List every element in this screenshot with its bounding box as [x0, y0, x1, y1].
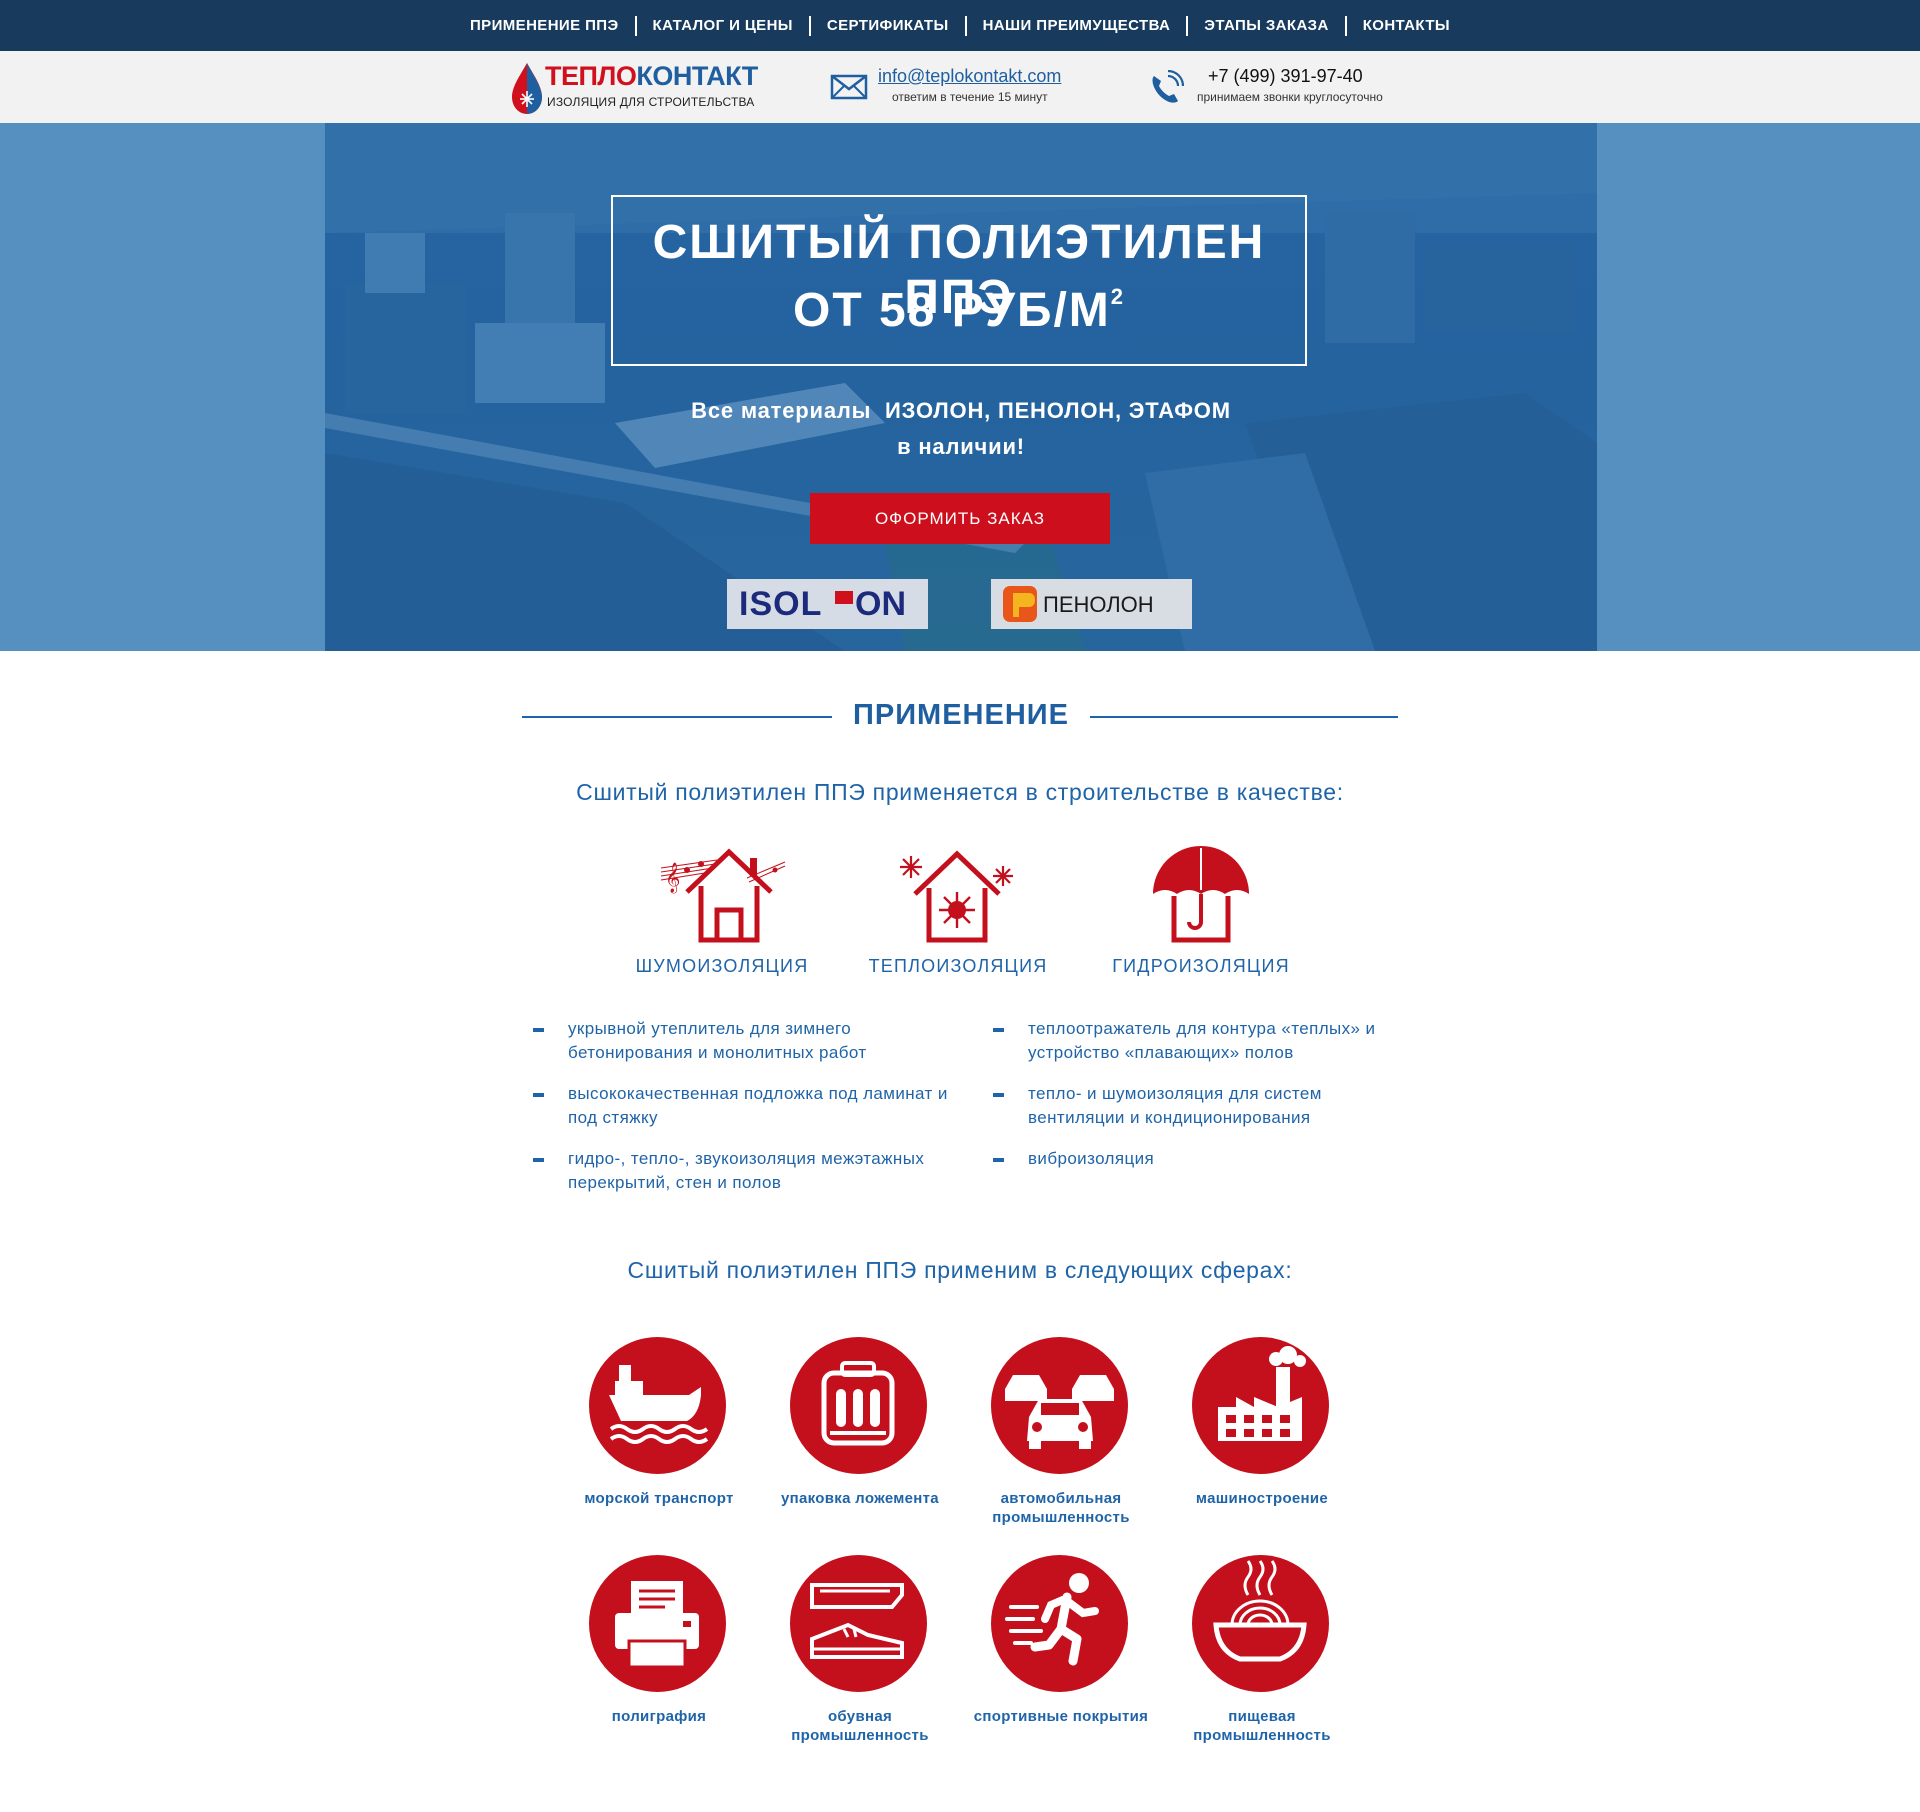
hero-title-frame: СШИТЫЙ ПОЛИЭТИЛЕН ППЭ ОТ 58 РУБ/М2 — [611, 195, 1307, 366]
drop-flame-icon — [512, 63, 542, 114]
factory-icon — [1218, 1346, 1306, 1441]
sphere-label: пищевая промышленность — [1193, 1708, 1331, 1744]
uses-list-left: укрывной утеплитель для зимнего бетониро… — [533, 1017, 963, 1212]
top-navigation: ПРИМЕНЕНИЕ ППЭ КАТАЛОГ И ЦЕНЫ СЕРТИФИКАТ… — [0, 0, 1920, 51]
type-waterproofing: ГИДРОИЗОЛЯЦИЯ — [1091, 840, 1311, 990]
use-item: укрывной утеплитель для зимнего бетониро… — [533, 1017, 963, 1065]
company-logo[interactable]: ТЕПЛОКОНТАКТ ИЗОЛЯЦИЯ ДЛЯ СТРОИТЕЛЬСТВА — [509, 59, 759, 119]
isolon-logo-graphic: ISOL ON — [739, 585, 906, 623]
site-header: ТЕПЛОКОНТАКТ ИЗОЛЯЦИЯ ДЛЯ СТРОИТЕЛЬСТВА … — [0, 51, 1920, 123]
penolon-text: ПЕНОЛОН — [1043, 592, 1154, 617]
nav-item-advantages[interactable]: НАШИ ПРЕИМУЩЕСТВА — [964, 15, 1187, 36]
sphere-footwear: обувная промышленность — [760, 1555, 960, 1745]
runner-icon — [1005, 1573, 1099, 1666]
application-heading: ПРИМЕНЕНИЕ — [522, 699, 1398, 735]
use-item: теплоотражатель для контура «теплых» и у… — [993, 1017, 1423, 1065]
sphere-circle — [991, 1337, 1128, 1474]
email-link[interactable]: info@teplokontakt.com — [878, 66, 1061, 87]
house-umbrella-icon — [1153, 846, 1249, 943]
printer-icon — [615, 1581, 699, 1669]
sphere-packaging: упаковка ложемента — [760, 1337, 960, 1527]
sphere-circle — [589, 1555, 726, 1692]
heading-line-right — [1090, 716, 1398, 718]
use-item: гидро-, тепло-, звукоизоляция межэтажных… — [533, 1147, 963, 1195]
sphere-label: автомобильная промышленность — [992, 1490, 1130, 1526]
email-note: ответим в течение 15 минут — [892, 90, 1048, 104]
sphere-circle — [589, 1337, 726, 1474]
nav-item-certificates[interactable]: СЕРТИФИКАТЫ — [808, 15, 965, 36]
type-label-heat: ТЕПЛОИЗОЛЯЦИЯ — [868, 956, 1048, 976]
sphere-engineering: машиностроение — [1162, 1337, 1362, 1527]
hero-price-sup: 2 — [1110, 284, 1126, 309]
sphere-circle — [790, 1555, 927, 1692]
sphere-food: пищевая промышленность — [1162, 1555, 1362, 1745]
sphere-circle — [1192, 1337, 1329, 1474]
use-item: высококачественная подложка под ламинат … — [533, 1082, 963, 1130]
nav-item-catalog[interactable]: КАТАЛОГ И ЦЕНЫ — [634, 15, 809, 36]
envelope-icon — [830, 74, 868, 100]
nav-item-order-stages[interactable]: ЭТАПЫ ЗАКАЗА — [1186, 15, 1344, 36]
shoes-icon — [810, 1583, 904, 1659]
hero-subtitle-line2: в наличии! — [897, 434, 1025, 459]
uses-list-right: теплоотражатель для контура «теплых» и у… — [993, 1017, 1423, 1171]
use-item: тепло- и шумоизоляция для систем вентиля… — [993, 1082, 1423, 1130]
sphere-circle — [790, 1337, 927, 1474]
logo-title-part1: ТЕПЛО — [545, 61, 637, 91]
type-noise-insulation: 𝄞 ШУМОИЗОЛЯЦИЯ — [612, 840, 832, 990]
sphere-marine: морской транспорт — [559, 1337, 759, 1527]
nav-item-application[interactable]: ПРИМЕНЕНИЕ ППЭ — [454, 16, 635, 36]
food-bowl-icon — [1213, 1560, 1307, 1662]
penolon-logo[interactable]: ПЕНОЛОН — [991, 579, 1192, 629]
hero-title-line2: ОТ 58 РУБ/М2 — [613, 283, 1305, 338]
sphere-automotive: автомобильная промышленность — [961, 1337, 1161, 1527]
penolon-logo-graphic: ПЕНОЛОН — [1003, 586, 1154, 622]
isolon-text-b: ON — [855, 585, 906, 623]
nav-item-contacts[interactable]: КОНТАКТЫ — [1344, 15, 1466, 36]
type-label-noise: ШУМОИЗОЛЯЦИЯ — [635, 956, 809, 976]
heading-line-left — [522, 716, 832, 718]
case-icon — [821, 1361, 895, 1446]
sphere-label: спортивные покрытия — [973, 1708, 1149, 1725]
sphere-label: морской транспорт — [584, 1490, 734, 1507]
logo-subtitle: ИЗОЛЯЦИЯ ДЛЯ СТРОИТЕЛЬСТВА — [547, 95, 755, 109]
hero-price: ОТ 58 РУБ/М — [792, 284, 1111, 337]
sphere-label: обувная промышленность — [791, 1708, 929, 1744]
ship-icon — [609, 1365, 709, 1444]
isolon-text-a: ISOL — [739, 585, 822, 623]
order-button[interactable]: ОФОРМИТЬ ЗАКАЗ — [810, 493, 1110, 544]
type-label-water: ГИДРОИЗОЛЯЦИЯ — [1112, 956, 1290, 976]
spheres-intro: Сшитый полиэтилен ППЭ применим в следующ… — [627, 1257, 1293, 1283]
sphere-circle — [991, 1555, 1128, 1692]
application-intro: Сшитый полиэтилен ППЭ применяется в стро… — [576, 779, 1344, 805]
logo-title-part2: КОНТАКТ — [636, 61, 758, 91]
svg-text:𝄞: 𝄞 — [665, 862, 680, 894]
sphere-printing: полиграфия — [559, 1555, 759, 1745]
hero-banner: СШИТЫЙ ПОЛИЭТИЛЕН ППЭ ОТ 58 РУБ/М2 Все м… — [325, 123, 1597, 651]
house-music-icon: 𝄞 — [660, 848, 786, 943]
phone-note: принимаем звонки круглосуточно — [1197, 90, 1383, 104]
phone-icon — [1152, 70, 1184, 103]
sphere-sports: спортивные покрытия — [961, 1555, 1161, 1745]
logo-title: ТЕПЛОКОНТАКТ — [545, 61, 758, 92]
sphere-label: машиностроение — [1195, 1490, 1329, 1507]
hero-subtitle-line1: Все материалы ИЗОЛОН, ПЕНОЛОН, ЭТАФОМ — [691, 398, 1231, 423]
sphere-circle — [1192, 1555, 1329, 1692]
application-title: ПРИМЕНЕНИЕ — [853, 699, 1069, 731]
phone-number[interactable]: +7 (499) 391-97-40 — [1208, 66, 1363, 87]
use-item: виброизоляция — [993, 1147, 1423, 1171]
sphere-label: упаковка ложемента — [781, 1490, 939, 1507]
sphere-label: полиграфия — [611, 1708, 707, 1725]
house-sun-snow-icon — [900, 850, 1013, 943]
cars-icon — [1005, 1375, 1114, 1449]
type-heat-insulation: ТЕПЛОИЗОЛЯЦИЯ — [848, 840, 1068, 990]
isolon-logo[interactable]: ISOL ON — [727, 579, 928, 629]
